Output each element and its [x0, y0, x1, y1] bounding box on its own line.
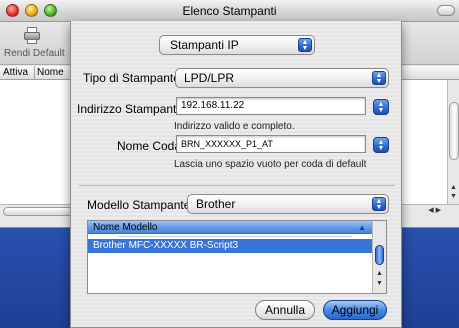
cancel-button[interactable]: Annulla	[255, 300, 315, 320]
model-row-selected[interactable]: Brother MFC-XXXXX BR-Script3	[88, 239, 372, 253]
model-table-scrollbar[interactable]: ▲ ▼	[372, 221, 386, 293]
queue-hint: Lascia uno spazio vuoto per coda di defa…	[174, 159, 367, 170]
sort-ascending-icon: ▲	[358, 223, 366, 232]
scroll-down-icon[interactable]: ▼	[376, 280, 383, 288]
horizontal-scroll-arrows-icon[interactable]: ◀▶	[428, 206, 443, 214]
horizontal-scroll-thumb[interactable]	[3, 207, 73, 216]
scroll-up-icon[interactable]: ▲	[376, 270, 383, 278]
printer-address-field[interactable]: 192.168.11.22	[176, 97, 366, 115]
column-header-active[interactable]: Attiva	[3, 67, 28, 78]
toolbar-toggle-button[interactable]	[437, 5, 455, 16]
model-name-header-label: Nome Modello	[93, 222, 158, 233]
make-default-button[interactable]: Rendi Default	[4, 25, 65, 65]
printer-icon	[23, 27, 41, 45]
protocol-popup[interactable]: Stampanti IP ▲ ▼	[159, 35, 315, 55]
make-default-label: Rendi Default	[4, 48, 65, 59]
printer-list-vertical-scrollbar[interactable]: ▲ ▼	[447, 80, 459, 204]
model-name-table[interactable]: Nome Modello ▲ Brother MFC-XXXXX BR-Scri…	[87, 220, 387, 294]
printer-address-label: Indirizzo Stampante:	[77, 102, 187, 116]
window-title: Elenco Stampanti	[182, 4, 277, 18]
protocol-popup-value: Stampanti IP	[170, 38, 239, 52]
printer-model-value: Brother	[196, 197, 236, 211]
queue-options-button[interactable]: ▲ ▼	[373, 137, 389, 153]
printer-type-popup[interactable]: LPD/LPR ▲ ▼	[175, 68, 389, 88]
scroll-thumb[interactable]	[449, 102, 459, 160]
column-header-name[interactable]: Nome	[37, 67, 64, 78]
queue-name-field[interactable]: BRN_XXXXXX_P1_AT	[176, 135, 366, 153]
popup-arrows-icon: ▲ ▼	[372, 197, 386, 211]
add-printer-sheet: Stampanti IP ▲ ▼ Tipo di Stampante: LPD/L…	[70, 21, 402, 328]
printer-model-popup[interactable]: Brother ▲ ▼	[187, 194, 389, 214]
printer-type-label: Tipo di Stampante:	[83, 71, 184, 85]
model-name-column-header[interactable]: Nome Modello ▲	[88, 221, 372, 234]
section-divider	[79, 185, 395, 186]
popup-arrows-icon: ▲ ▼	[372, 71, 386, 85]
printer-type-value: LPD/LPR	[184, 71, 235, 85]
scroll-thumb[interactable]	[375, 245, 384, 265]
column-divider	[34, 66, 35, 80]
scroll-down-icon[interactable]: ▼	[450, 193, 457, 201]
popup-arrows-icon: ▲ ▼	[298, 38, 312, 52]
queue-name-label: Nome Coda:	[117, 139, 185, 153]
printer-model-label: Modello Stampante:	[87, 198, 194, 212]
address-hint: Indirizzo valido e completo.	[174, 121, 295, 132]
add-button[interactable]: Aggiungi	[323, 300, 387, 320]
address-options-button[interactable]: ▲ ▼	[373, 99, 389, 115]
scroll-up-icon[interactable]: ▲	[450, 184, 457, 192]
window-titlebar[interactable]: Elenco Stampanti	[0, 0, 459, 22]
